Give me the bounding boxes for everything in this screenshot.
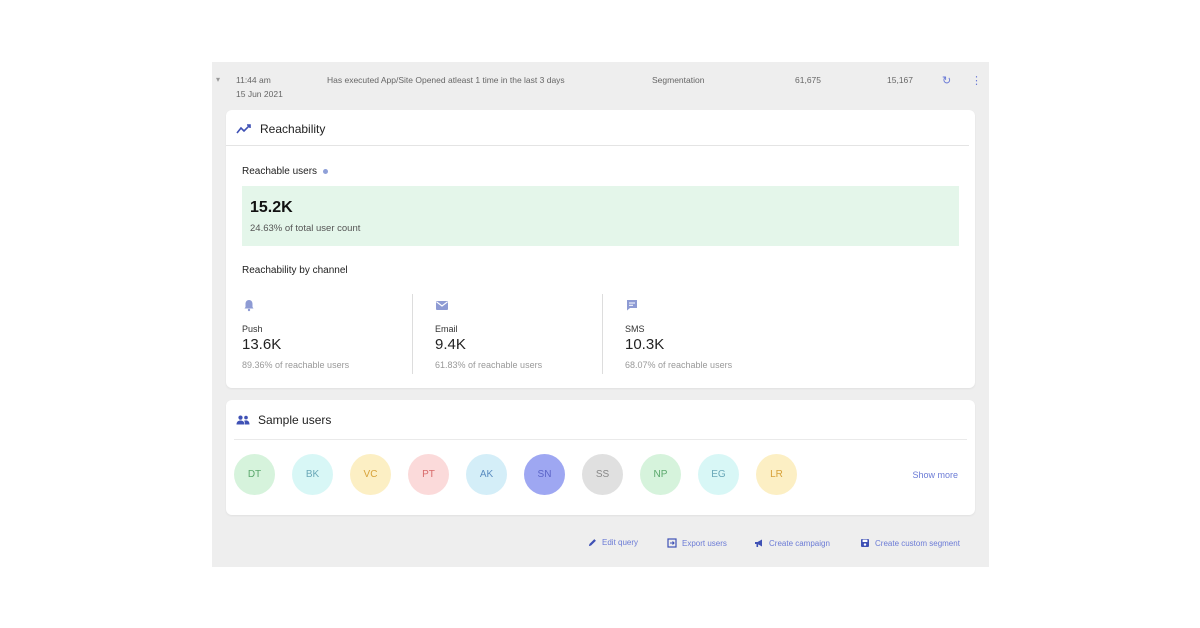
channel-percent: 61.83% of reachable users	[435, 360, 543, 370]
channel-divider	[412, 294, 413, 374]
user-avatar[interactable]: VC	[350, 454, 391, 495]
sample-users-title: Sample users	[258, 413, 332, 427]
user-avatar[interactable]: EG	[698, 454, 739, 495]
channel-value: 10.3K	[625, 336, 665, 353]
mail-icon	[436, 301, 448, 310]
reachability-card: Reachability Reachable users 15.2K 24.63…	[226, 110, 975, 388]
reachable-users-percent: 24.63% of total user count	[250, 223, 361, 234]
action-bar: Edit query Export users Create campaign …	[212, 538, 989, 552]
channel-breakdown: Push 13.6K 89.36% of reachable users Ema…	[242, 294, 962, 374]
user-avatar[interactable]: SS	[582, 454, 623, 495]
divider	[234, 439, 967, 440]
channel-value: 13.6K	[242, 336, 282, 353]
query-detail-panel: ▾ 11:44 am 15 Jun 2021 Has executed App/…	[212, 62, 989, 567]
show-more-link[interactable]: Show more	[912, 470, 958, 480]
query-time: 11:44 am	[236, 75, 271, 85]
trend-line-icon	[236, 124, 251, 134]
reachability-header: Reachability	[236, 122, 325, 136]
more-options-icon[interactable]: ⋮	[971, 74, 982, 87]
reachable-users-label: Reachable users	[242, 166, 329, 177]
sample-users-card: Sample users DT BK VC PT AK SN SS NP EG LR Show m…	[226, 400, 975, 515]
sample-users-header: Sample users	[236, 413, 331, 427]
divider	[226, 145, 969, 146]
bell-icon	[244, 300, 254, 312]
create-custom-segment-button[interactable]: Create custom segment	[860, 538, 960, 548]
megaphone-icon	[755, 539, 762, 547]
create-custom-segment-label: Create custom segment	[875, 538, 960, 548]
reachable-users-count: 15.2K	[250, 199, 293, 216]
edit-query-label: Edit query	[602, 538, 639, 547]
edit-query-button[interactable]: Edit query	[588, 538, 638, 547]
export-users-label: Export users	[682, 538, 727, 548]
user-avatar[interactable]: AK	[466, 454, 507, 495]
query-date: 15 Jun 2021	[236, 89, 283, 99]
query-row[interactable]: ▾ 11:44 am 15 Jun 2021 Has executed App/…	[212, 62, 989, 106]
collapse-caret-icon[interactable]: ▾	[216, 75, 220, 84]
create-campaign-label: Create campaign	[769, 538, 830, 548]
message-icon	[627, 300, 637, 311]
reachability-by-channel-label: Reachability by channel	[242, 265, 348, 276]
user-avatar[interactable]: PT	[408, 454, 449, 495]
user-avatar[interactable]: SN	[524, 454, 565, 495]
channel-value: 9.4K	[435, 336, 466, 353]
channel-name: Email	[435, 324, 458, 334]
info-icon[interactable]	[323, 168, 329, 174]
create-campaign-button[interactable]: Create campaign	[754, 538, 830, 548]
reachable-users-label-text: Reachable users	[242, 166, 318, 177]
channel-percent: 89.36% of reachable users	[242, 360, 350, 370]
channel-name: SMS	[625, 324, 645, 334]
query-reached-users: 15,167	[887, 75, 913, 85]
user-avatar[interactable]: LR	[756, 454, 797, 495]
query-description: Has executed App/Site Opened atleast 1 t…	[327, 75, 565, 85]
user-avatar[interactable]: NP	[640, 454, 681, 495]
query-total-users: 61,675	[795, 75, 821, 85]
reachable-users-summary: 15.2K 24.63% of total user count	[242, 186, 959, 246]
save-icon	[861, 539, 869, 547]
refresh-icon[interactable]: ↻	[942, 74, 951, 87]
reachability-title: Reachability	[260, 122, 326, 136]
channel-divider	[602, 294, 603, 374]
channel-percent: 68.07% of reachable users	[625, 360, 733, 370]
export-users-button[interactable]: Export users	[667, 538, 727, 548]
export-icon	[667, 538, 677, 548]
user-avatar[interactable]: BK	[292, 454, 333, 495]
user-avatar[interactable]: DT	[234, 454, 275, 495]
query-type: Segmentation	[652, 75, 705, 85]
pencil-icon	[588, 539, 596, 547]
people-icon	[236, 415, 250, 425]
channel-name: Push	[242, 324, 263, 334]
